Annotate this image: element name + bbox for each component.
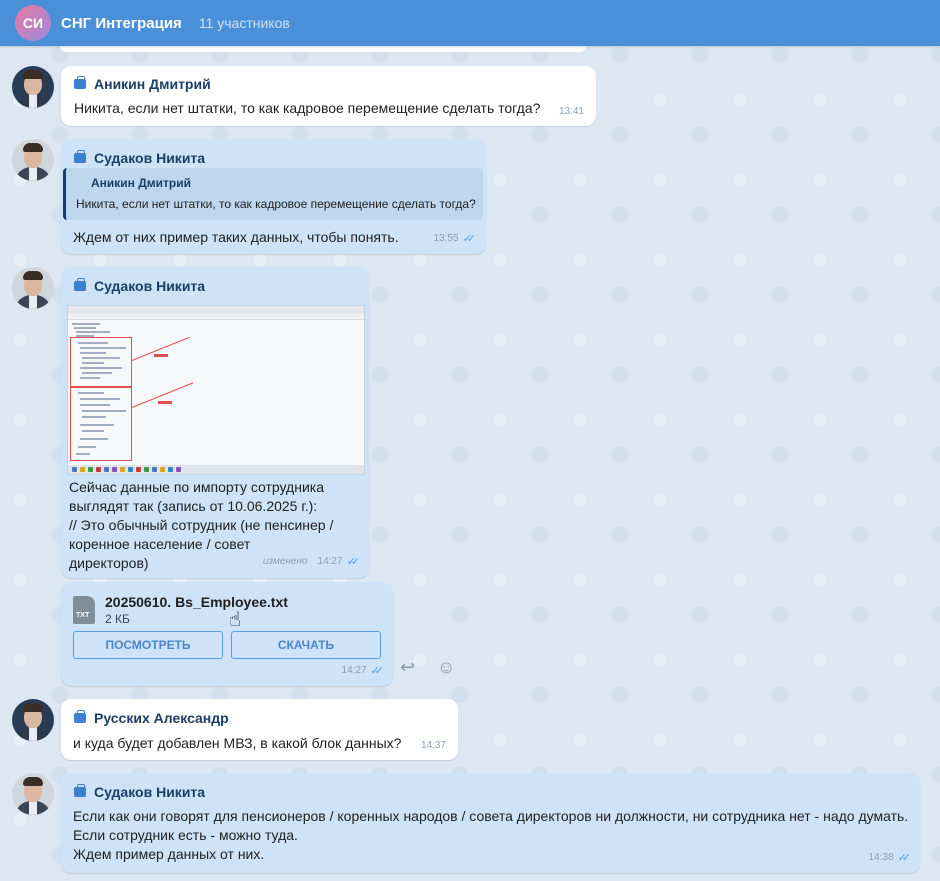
group-avatar[interactable]: СИ <box>15 5 51 41</box>
sender-name[interactable]: Судаков Никита <box>74 278 205 294</box>
previous-message-edge <box>60 46 586 52</box>
message-time: 14:37 <box>420 740 446 751</box>
reply-text: Никита, если нет штатки, то как кадровое… <box>76 197 476 211</box>
briefcase-icon <box>74 150 86 163</box>
double-check-icon: ✓✓ <box>346 556 361 568</box>
message-time: 13:41 <box>558 106 584 117</box>
group-title[interactable]: СНГ Интеграция <box>61 15 182 32</box>
avatar[interactable] <box>12 699 54 741</box>
avatar[interactable] <box>12 267 54 309</box>
emoji-icon[interactable]: ☺ <box>437 657 455 678</box>
group-members-count[interactable]: 11 участников <box>199 15 290 31</box>
attached-screenshot[interactable] <box>67 305 365 475</box>
message-text: Никита, если нет штатки, то как кадровое… <box>74 100 541 116</box>
briefcase-icon <box>74 76 86 89</box>
file-message-bubble[interactable]: TXT 20250610. Bs_Employee.txt 2 КБ ПОСМО… <box>61 582 393 686</box>
download-button[interactable]: СКАЧАТЬ <box>231 631 381 659</box>
briefcase-icon <box>74 784 86 797</box>
edited-label: изменено <box>262 556 308 567</box>
view-button[interactable]: ПОСМОТРЕТЬ <box>73 631 223 659</box>
double-check-icon: ✓✓ <box>897 852 912 864</box>
reply-icon[interactable]: ↩ <box>400 657 415 678</box>
avatar[interactable] <box>12 773 54 815</box>
message-bubble[interactable]: Судаков Никита Если как они говорят для … <box>61 773 920 873</box>
txt-file-icon[interactable]: TXT <box>73 596 95 624</box>
message-time: 13:55 ✓✓ <box>434 232 477 245</box>
message-bubble[interactable]: Судаков Никита Сейчас данные по импорту … <box>61 267 369 578</box>
briefcase-icon <box>74 278 86 291</box>
avatar[interactable] <box>12 66 54 108</box>
file-size: 2 КБ <box>105 612 130 626</box>
sender-name[interactable]: Аникин Дмитрий <box>74 76 211 92</box>
file-name[interactable]: 20250610. Bs_Employee.txt <box>105 594 288 610</box>
message-bubble[interactable]: Аникин Дмитрий Никита, если нет штатки, … <box>61 66 596 126</box>
message-text: и куда будет добавлен МВЗ, в какой блок … <box>73 735 402 751</box>
message-time: изменено 14:27 ✓✓ <box>263 555 360 568</box>
double-check-icon: ✓✓ <box>370 665 385 677</box>
message-bubble[interactable]: Русских Александр и куда будет добавлен … <box>61 699 458 760</box>
message-time: 14:27 ✓✓ <box>342 664 385 677</box>
chat-header[interactable]: СИ СНГ Интеграция 11 участников <box>0 0 940 46</box>
message-time: 14:38 ✓✓ <box>869 851 912 864</box>
message-text: Если как они говорят для пенсионеров / к… <box>73 808 909 862</box>
avatar[interactable] <box>12 139 54 181</box>
sender-name[interactable]: Судаков Никита <box>74 150 205 166</box>
message-text: Ждем от них пример таких данных, чтобы п… <box>73 229 399 245</box>
sender-name[interactable]: Русских Александр <box>74 710 229 726</box>
pointer-hand-icon: ☝ <box>229 609 242 631</box>
sender-name[interactable]: Судаков Никита <box>74 784 205 800</box>
reply-sender: Аникин Дмитрий <box>91 176 192 190</box>
message-bubble[interactable]: Судаков Никита Аникин Дмитрий Никита, ес… <box>61 139 486 254</box>
briefcase-icon <box>74 710 86 723</box>
double-check-icon: ✓✓ <box>462 233 477 245</box>
reply-quote[interactable]: Аникин Дмитрий Никита, если нет штатки, … <box>63 168 483 220</box>
